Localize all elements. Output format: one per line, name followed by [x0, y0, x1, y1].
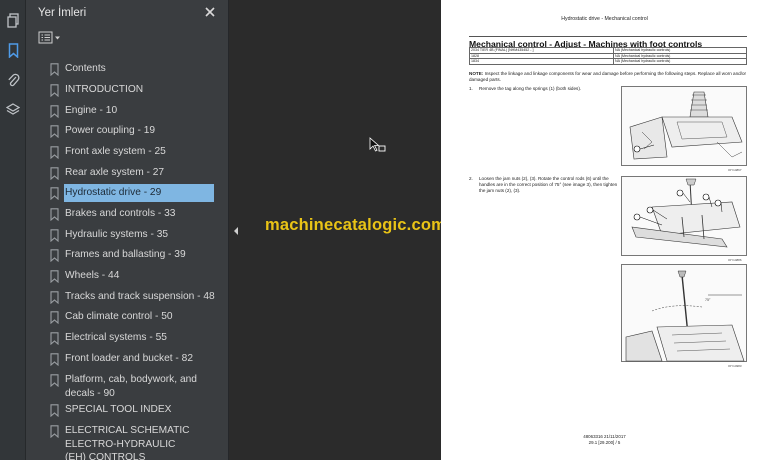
step-number: 1.: [469, 86, 473, 91]
bookmark-label: Front loader and bucket - 82: [65, 353, 193, 364]
bookmark-icon: [50, 425, 59, 439]
bookmark-icon: [50, 187, 59, 201]
bookmark-icon: [50, 63, 59, 77]
bookmark-icon: [50, 84, 59, 98]
bookmark-icon: [50, 146, 59, 160]
bookmark-icon: [50, 270, 59, 284]
note-paragraph: NOTE: Inspect the linkage and linkage co…: [469, 71, 754, 83]
bookmark-label: Tracks and track suspension - 48: [65, 291, 215, 302]
bookmark-label: INTRODUCTION: [65, 84, 144, 95]
bookmark-label: Cab climate control - 50: [65, 311, 173, 322]
step-text: Remove the tag along the springs (1) (bo…: [479, 86, 582, 91]
attachment-icon[interactable]: [3, 70, 23, 90]
list-options-icon: [38, 31, 62, 50]
figure-3-image: [621, 264, 747, 362]
document-page: Hydrostatic drive - Mechanical control M…: [441, 0, 768, 460]
bookmark-label: SPECIAL TOOL INDEX: [65, 404, 172, 415]
close-icon[interactable]: [203, 5, 217, 19]
bookmark-icon: [50, 125, 59, 139]
step-text: Loosen the jam nuts (2), (3). Rotate the…: [479, 176, 618, 193]
bookmark-icon: [50, 374, 59, 388]
bookmarks-icon[interactable]: [3, 40, 23, 60]
bookmarks-panel: Yer İmleri Contents INTRODUCTION Engine …: [26, 0, 229, 460]
bookmark-label: Hydraulic systems - 35: [65, 229, 169, 240]
pdf-viewer-app: Yer İmleri Contents INTRODUCTION Engine …: [0, 0, 768, 460]
watermark-text: machinecatalogic.com: [265, 216, 446, 234]
bookmark-icon: [50, 311, 59, 325]
figure-1-image: [621, 86, 747, 166]
figure-2-caption: OIY14886: [728, 258, 742, 262]
page-header: Hydrostatic drive - Mechanical control: [561, 16, 648, 22]
bookmark-icon: [50, 105, 59, 119]
figure-3-angle-label: 75°: [705, 298, 711, 302]
bookmark-icon: [50, 404, 59, 418]
bookmark-label: Rear axle system - 27: [65, 167, 165, 178]
bookmark-label: Brakes and controls - 33: [65, 208, 176, 219]
table-cell: NA (Mechanical hydraulic controls): [613, 58, 747, 65]
bookmark-label: Hydrostatic drive - 29: [64, 184, 214, 202]
thumbnails-icon[interactable]: [3, 10, 23, 30]
bookmark-label: Platform, cab, bodywork, and decals - 90: [65, 374, 197, 399]
bookmark-icon: [50, 229, 59, 243]
bookmark-label: Frames and ballasting - 39: [65, 249, 186, 260]
collapse-panel-icon[interactable]: [231, 224, 241, 236]
bookmark-label: Contents: [65, 63, 106, 74]
bookmark-icon: [50, 208, 59, 222]
bookmark-icon: [50, 249, 59, 263]
bookmark-icon: [50, 167, 59, 181]
figure-2-image: [621, 176, 747, 256]
bookmark-label: Engine - 10: [65, 105, 118, 116]
note-label: NOTE:: [469, 71, 484, 76]
figure-1-caption: OIY14867: [728, 168, 742, 172]
table-cell: 1834: [468, 58, 615, 65]
page-footer-pagenum: 29.1 [29.200] / 5: [588, 440, 621, 445]
bookmark-label: ELECTRICAL SCHEMATIC ELECTRO-HYDRAULIC (…: [65, 425, 190, 460]
panel-title: Yer İmleri: [38, 7, 87, 19]
note-text: Inspect the linkage and linkage componen…: [469, 71, 747, 82]
bookmark-options-button[interactable]: [38, 31, 62, 50]
table-row: 1834 NA (Mechanical hydraulic controls): [468, 58, 747, 65]
bookmark-label: Wheels - 44: [65, 270, 120, 281]
bookmark-icon: [50, 332, 59, 346]
bookmark-label: Power coupling - 19: [65, 125, 156, 136]
bookmark-label: Front axle system - 25: [65, 146, 166, 157]
bookmark-icon: [50, 291, 59, 305]
bookmark-label: Electrical systems - 55: [65, 332, 167, 343]
step-number: 2.: [469, 176, 473, 181]
layers-icon[interactable]: [3, 100, 23, 120]
mouse-cursor-icon: [369, 137, 387, 155]
side-toolbar: [0, 0, 26, 460]
figure-3-caption: OIY14983: [728, 364, 742, 368]
page-footer-docid: 48063316 21/11/2017: [583, 434, 626, 439]
bookmark-icon: [50, 353, 59, 367]
applicability-table: 2034 TIER 4B (FINAL) [NHM435452 - ] NA (M…: [468, 47, 747, 65]
